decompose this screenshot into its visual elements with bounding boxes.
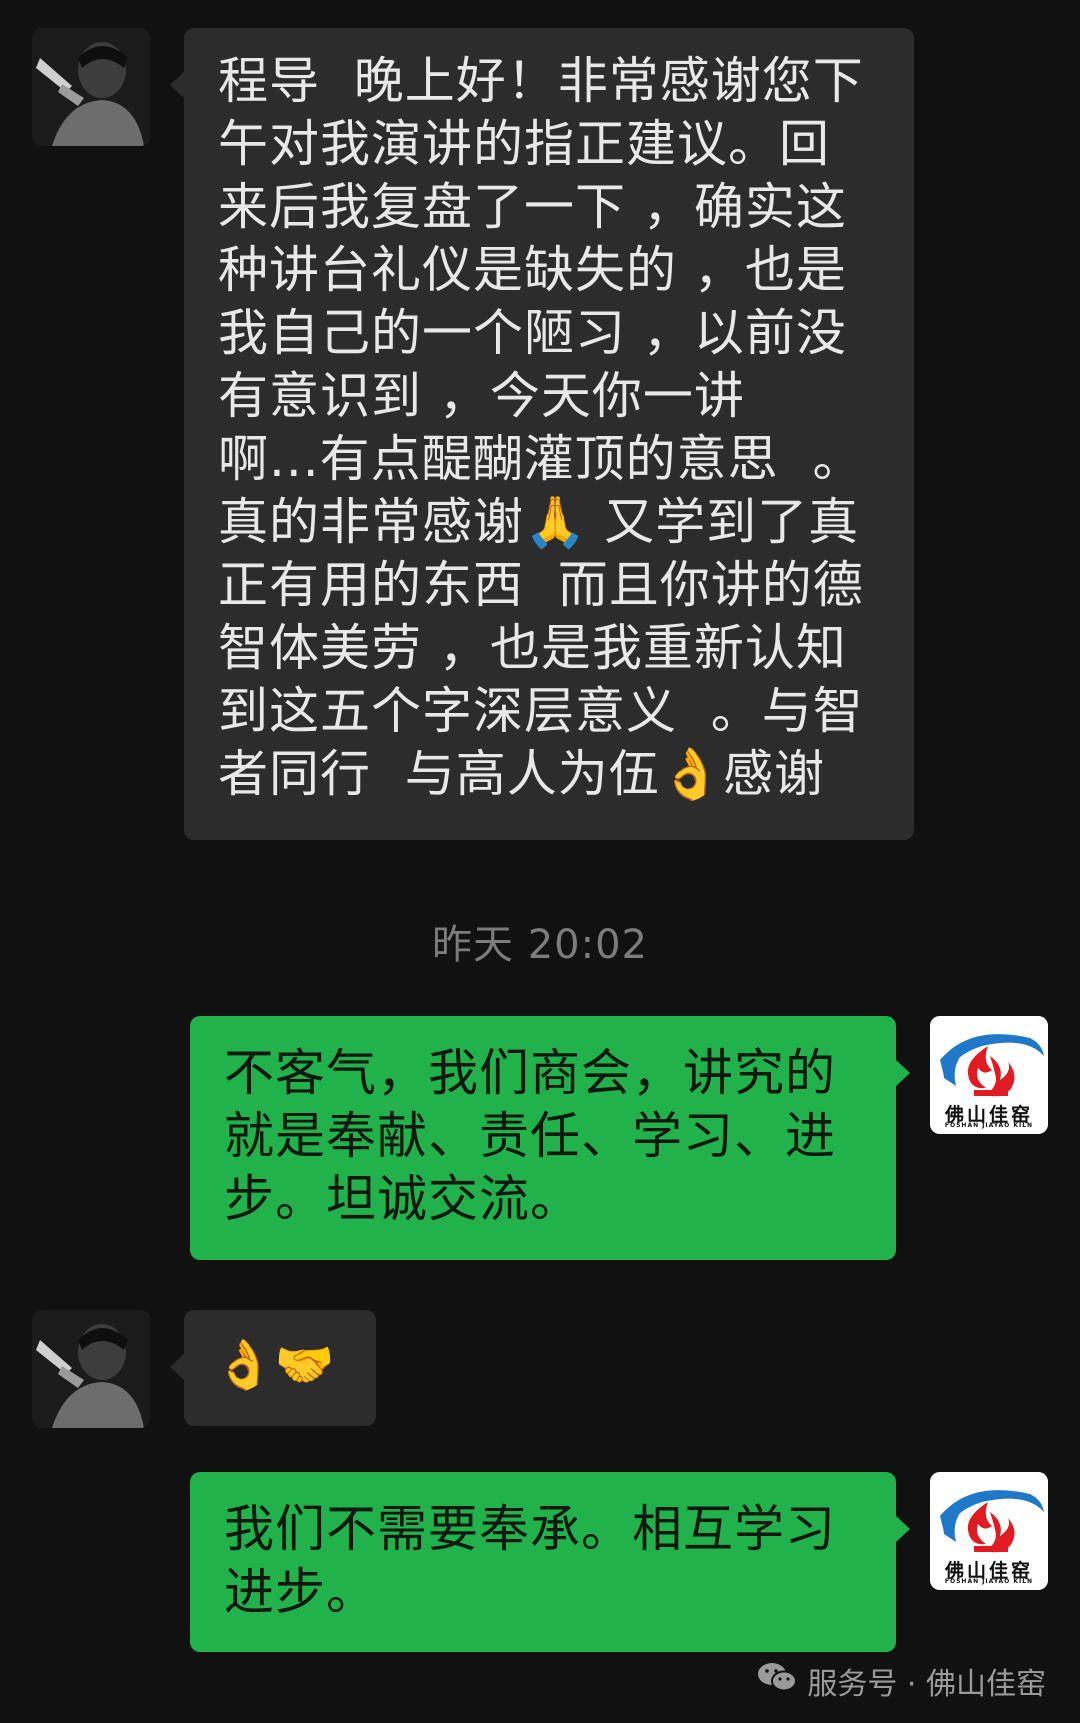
brand-avatar[interactable]: 佛山佳窑 FOSHAN JIAYAO KILN [930, 1016, 1048, 1134]
bubble-tail [896, 1060, 910, 1086]
brand-avatar-subtext: FOSHAN JIAYAO KILN [944, 1122, 1034, 1129]
contact-avatar[interactable] [32, 28, 150, 146]
brand-avatar[interactable]: 佛山佳窑 FOSHAN JIAYAO KILN [930, 1472, 1048, 1590]
brand-avatar-subtext: FOSHAN JIAYAO KILN [944, 1578, 1034, 1585]
bubble-tail [170, 1354, 184, 1380]
chat-timestamp: 昨天 20:02 [432, 922, 648, 968]
watermark-text: 服务号 · 佛山佳窑 [807, 1667, 1046, 1702]
message-bubble[interactable]: 程导 晚上好！非常感谢您下午对我演讲的指正建议。回来后我复盘了一下 ，确实这种讲… [184, 28, 914, 840]
person-photo-icon [32, 28, 150, 146]
wechat-icon [757, 1661, 798, 1701]
bubble-tail [896, 1516, 910, 1542]
message-bubble[interactable]: 👌🤝 [184, 1310, 376, 1426]
contact-avatar[interactable] [32, 1310, 150, 1428]
account-watermark: 服务号 · 佛山佳窑 [757, 1659, 1046, 1703]
message-bubble[interactable]: 不客气，我们商会，讲究的就是奉献、责任、学习、进步。坦诚交流。 [190, 1016, 896, 1260]
person-photo-icon [32, 1310, 150, 1428]
bubble-tail [170, 72, 184, 98]
message-bubble[interactable]: 我们不需要奉承。相互学习进步。 [190, 1472, 896, 1652]
